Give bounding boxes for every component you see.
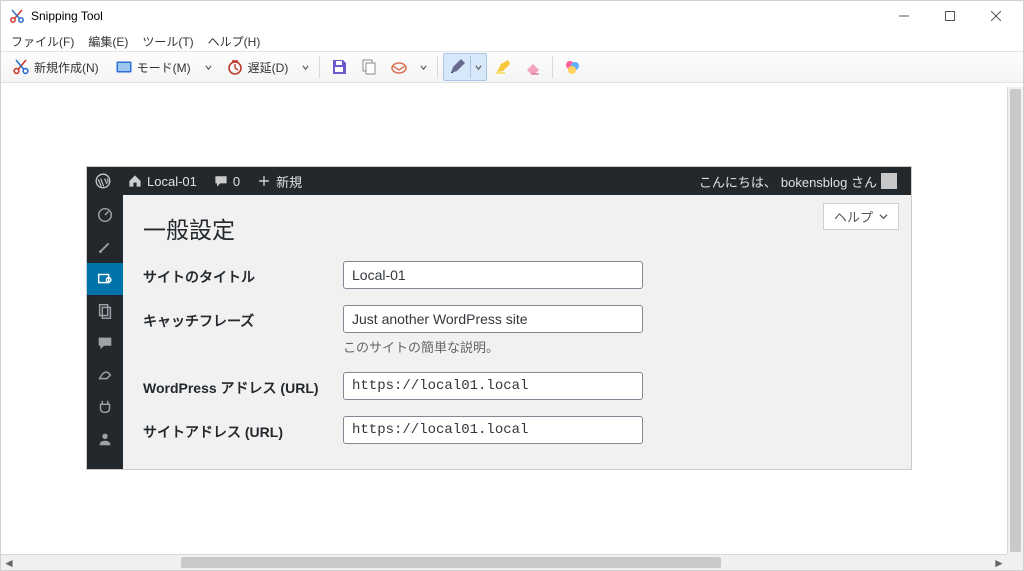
pen-dropdown[interactable] (471, 54, 486, 80)
label-wp-url: WordPress アドレス (URL) (143, 372, 343, 398)
pen-icon (448, 58, 466, 76)
captured-screenshot: Local-01 0 新規 こんにちは、 bokensblog さん (87, 167, 911, 469)
menu-pages[interactable] (87, 295, 123, 327)
wp-account-link[interactable]: こんにちは、 bokensblog さん (691, 167, 905, 195)
wp-comments-count: 0 (233, 174, 240, 189)
wp-admin-bar: Local-01 0 新規 こんにちは、 bokensblog さん (87, 167, 911, 195)
home-icon (127, 173, 143, 189)
menu-help[interactable]: ヘルプ(H) (202, 32, 267, 51)
scroll-left-arrow[interactable]: ◄ (1, 555, 17, 570)
toolbar-separator (437, 56, 438, 78)
wp-help-tab[interactable]: ヘルプ (823, 203, 899, 230)
chevron-down-icon (879, 212, 888, 221)
label-tagline: キャッチフレーズ (143, 305, 343, 331)
new-snip-label: 新規作成(N) (34, 59, 99, 76)
menu-dashboard[interactable] (87, 199, 123, 231)
mode-button[interactable]: モード(M) (108, 54, 198, 80)
scrollbar-thumb[interactable] (181, 557, 721, 568)
copy-icon (360, 58, 378, 76)
new-snip-button[interactable]: 新規作成(N) (5, 54, 106, 80)
plus-icon (256, 173, 272, 189)
highlighter-button[interactable] (489, 54, 517, 80)
field-wp-url: WordPress アドレス (URL) (143, 372, 891, 400)
scissors-icon (9, 8, 25, 24)
wp-new-label: 新規 (276, 172, 302, 191)
minimize-button[interactable] (881, 1, 927, 31)
menu-plugins[interactable] (87, 391, 123, 423)
avatar (881, 173, 897, 189)
delay-dropdown[interactable] (297, 54, 314, 80)
toolbar-separator (552, 56, 553, 78)
menu-tools[interactable]: ツール(T) (136, 32, 199, 51)
eraser-icon (524, 58, 542, 76)
send-dropdown[interactable] (415, 54, 432, 80)
wp-new-link[interactable]: 新規 (248, 167, 310, 195)
mode-dropdown[interactable] (200, 54, 217, 80)
chevron-down-icon (420, 64, 427, 71)
close-button[interactable] (973, 1, 1019, 31)
wp-comments-link[interactable]: 0 (205, 167, 248, 195)
paint3d-icon (563, 58, 581, 76)
save-icon (330, 58, 348, 76)
toolbar: 新規作成(N) モード(M) 遅延(D) (1, 51, 1023, 83)
wp-greeting-user: bokensblog さん (781, 172, 877, 191)
capture-canvas: Local-01 0 新規 こんにちは、 bokensblog さん (9, 87, 1015, 550)
wp-help-label: ヘルプ (834, 207, 873, 226)
label-site-url: サイトアドレス (URL) (143, 416, 343, 442)
field-tagline: キャッチフレーズ このサイトの簡単な説明。 (143, 305, 891, 356)
menu-edit[interactable]: 編集(E) (82, 32, 134, 51)
menu-posts[interactable] (87, 231, 123, 263)
scrollbar-thumb[interactable] (1010, 89, 1021, 552)
wordpress-icon (95, 173, 111, 189)
wp-logo-button[interactable] (87, 167, 119, 195)
wp-site-name: Local-01 (147, 174, 197, 189)
menubar: ファイル(F) 編集(E) ツール(T) ヘルプ(H) (1, 31, 1023, 51)
delay-button[interactable]: 遅延(D) (219, 54, 296, 80)
wp-admin-menu (87, 195, 123, 469)
window-titlebar: Snipping Tool (1, 1, 1023, 31)
menu-users[interactable] (87, 423, 123, 455)
copy-button[interactable] (355, 54, 383, 80)
chevron-down-icon (205, 64, 212, 71)
page-title: 一般設定 (143, 211, 891, 245)
comment-icon (213, 173, 229, 189)
scroll-right-arrow[interactable]: ► (991, 555, 1007, 570)
mail-icon (390, 58, 408, 76)
delay-label: 遅延(D) (248, 59, 289, 76)
paint3d-button[interactable] (558, 54, 586, 80)
field-site-title: サイトのタイトル (143, 261, 891, 289)
window-title: Snipping Tool (31, 9, 103, 23)
eraser-button[interactable] (519, 54, 547, 80)
mode-label: モード(M) (137, 59, 191, 76)
menu-comments[interactable] (87, 327, 123, 359)
input-tagline[interactable] (343, 305, 643, 333)
maximize-button[interactable] (927, 1, 973, 31)
field-site-url: サイトアドレス (URL) (143, 416, 891, 444)
input-site-url[interactable] (343, 416, 643, 444)
highlighter-icon (494, 58, 512, 76)
scrollbar-corner (1007, 554, 1023, 570)
send-button[interactable] (385, 54, 413, 80)
chevron-down-icon (302, 64, 309, 71)
save-button[interactable] (325, 54, 353, 80)
menu-file[interactable]: ファイル(F) (5, 32, 80, 51)
scissors-icon (12, 58, 30, 76)
menu-appearance[interactable] (87, 359, 123, 391)
label-site-title: サイトのタイトル (143, 261, 343, 287)
chevron-down-icon (475, 64, 482, 71)
input-wp-url[interactable] (343, 372, 643, 400)
clock-icon (226, 58, 244, 76)
input-site-title[interactable] (343, 261, 643, 289)
pen-tool-group (443, 53, 487, 81)
wp-site-link[interactable]: Local-01 (119, 167, 205, 195)
menu-media[interactable] (87, 263, 123, 295)
wp-settings-page: ヘルプ 一般設定 サイトのタイトル キャッチフレーズ このサイトの簡単な説明。 … (123, 195, 911, 469)
horizontal-scrollbar[interactable]: ◄ ► (1, 554, 1007, 570)
toolbar-separator (319, 56, 320, 78)
pen-button[interactable] (444, 54, 470, 80)
vertical-scrollbar[interactable] (1007, 87, 1023, 554)
desc-tagline: このサイトの簡単な説明。 (343, 337, 643, 356)
mode-icon (115, 58, 133, 76)
wp-greeting-prefix: こんにちは、 (699, 172, 777, 191)
